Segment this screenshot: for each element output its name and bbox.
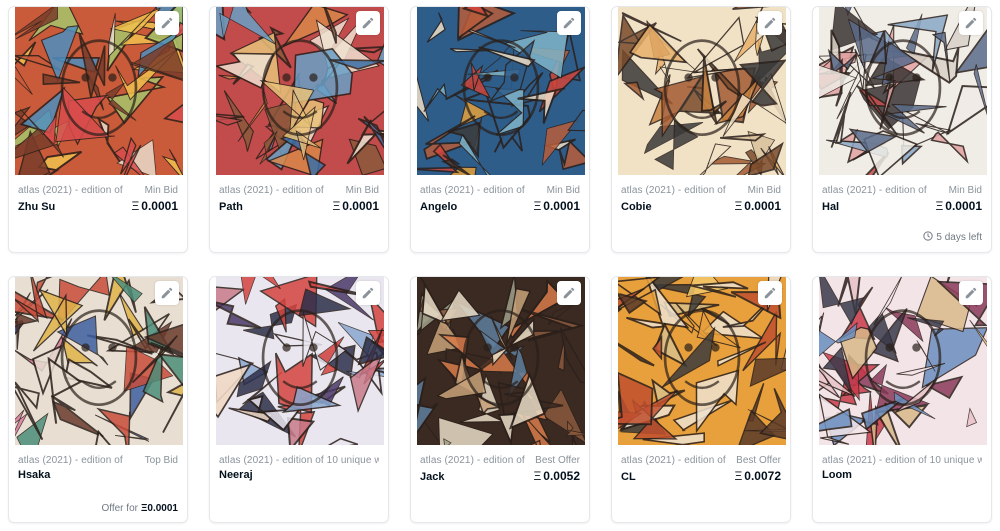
asset-name[interactable]: Zhu Su <box>18 201 55 213</box>
edit-button[interactable] <box>155 11 179 35</box>
asset-name[interactable]: Loom <box>822 469 852 481</box>
collection-name[interactable]: atlas (2021) - edition of 10 unique worl <box>219 455 379 466</box>
collection-name[interactable]: atlas (2021) - edition of 10 <box>420 185 528 196</box>
collection-name[interactable]: atlas (2021) - edition of 10 <box>420 455 528 466</box>
asset-info: atlas (2021) - edition of 10 Min Bid Zhu… <box>18 185 178 213</box>
price-value: Ξ 0.0001 <box>332 199 379 213</box>
price-label: Min Bid <box>546 185 580 196</box>
price-value: Ξ 0.0001 <box>935 199 982 213</box>
asset-name[interactable]: Path <box>219 201 243 213</box>
pencil-icon <box>361 286 375 300</box>
asset-name[interactable]: CL <box>621 471 636 483</box>
asset-info: atlas (2021) - edition of 10 Min Bid Pat… <box>219 185 379 213</box>
asset-image[interactable] <box>417 277 585 445</box>
asset-name[interactable]: Angelo <box>420 201 457 213</box>
collection-name[interactable]: atlas (2021) - edition of 10 <box>621 455 729 466</box>
pencil-icon <box>562 286 576 300</box>
price-label: Min Bid <box>144 185 178 196</box>
edit-button[interactable] <box>356 281 380 305</box>
asset-image[interactable] <box>15 7 183 175</box>
collection-name[interactable]: atlas (2021) - edition of 10 <box>18 185 126 196</box>
asset-image[interactable] <box>216 277 384 445</box>
edit-button[interactable] <box>356 11 380 35</box>
pencil-icon <box>763 286 777 300</box>
asset-info: atlas (2021) - edition of 10 Min Bid Hal… <box>822 185 982 213</box>
price-label: Min Bid <box>345 185 379 196</box>
edit-button[interactable] <box>959 281 983 305</box>
price-value: Ξ 0.0001 <box>533 199 580 213</box>
time-left: 5 days left <box>923 231 982 244</box>
collection-name[interactable]: atlas (2021) - edition of 10 <box>822 185 930 196</box>
asset-info: atlas (2021) - edition of 10 Min Bid Ang… <box>420 185 580 213</box>
pencil-icon <box>763 16 777 30</box>
eth-icon: Ξ <box>131 199 140 213</box>
eth-icon: Ξ <box>332 199 341 213</box>
asset-info: atlas (2021) - edition of 10 unique worl… <box>219 455 379 481</box>
edit-button[interactable] <box>758 11 782 35</box>
pencil-icon <box>160 286 174 300</box>
edit-button[interactable] <box>758 281 782 305</box>
asset-image[interactable] <box>15 277 183 445</box>
asset-info: atlas (2021) - edition of 10 Top Bid Hsa… <box>18 455 178 481</box>
eth-icon: Ξ <box>734 199 743 213</box>
pencil-icon <box>964 286 978 300</box>
offer-footer: Offer for Ξ0.0001 <box>101 503 178 514</box>
price-value: Ξ 0.0072 <box>734 469 781 483</box>
asset-card[interactable]: atlas (2021) - edition of 10 Best Offer … <box>410 276 590 523</box>
price-value: Ξ 0.0001 <box>131 199 178 213</box>
price-label: Min Bid <box>747 185 781 196</box>
price-value: Ξ 0.0001 <box>734 199 781 213</box>
asset-card[interactable]: atlas (2021) - edition of 10 Min Bid Cob… <box>611 6 791 253</box>
asset-card[interactable]: atlas (2021) - edition of 10 Top Bid Hsa… <box>8 276 188 523</box>
pencil-icon <box>964 16 978 30</box>
asset-image[interactable] <box>216 7 384 175</box>
asset-card[interactable]: atlas (2021) - edition of 10 Min Bid Zhu… <box>8 6 188 253</box>
pencil-icon <box>160 16 174 30</box>
price-label: Top Bid <box>144 455 178 466</box>
clock-icon <box>923 231 934 244</box>
asset-info: atlas (2021) - edition of 10 Min Bid Cob… <box>621 185 781 213</box>
asset-image[interactable] <box>819 277 987 445</box>
eth-icon: Ξ <box>734 469 743 483</box>
eth-icon: Ξ <box>935 199 944 213</box>
price-label: Best Offer <box>736 455 781 466</box>
asset-card[interactable]: atlas (2021) - edition of 10 unique worl… <box>209 276 389 523</box>
edit-button[interactable] <box>557 11 581 35</box>
asset-name[interactable]: Cobie <box>621 201 652 213</box>
asset-image[interactable] <box>618 277 786 445</box>
collection-name[interactable]: atlas (2021) - edition of 10 <box>18 455 126 466</box>
asset-card[interactable]: atlas (2021) - edition of 10 Min Bid Hal… <box>812 6 992 253</box>
time-left-label: 5 days left <box>936 232 982 243</box>
asset-image[interactable] <box>417 7 585 175</box>
price-value: Ξ 0.0052 <box>533 469 580 483</box>
asset-info: atlas (2021) - edition of 10 unique worl… <box>822 455 982 481</box>
asset-info: atlas (2021) - edition of 10 Best Offer … <box>420 455 580 483</box>
asset-card[interactable]: atlas (2021) - edition of 10 Min Bid Pat… <box>209 6 389 253</box>
offer-label: Offer for <box>101 503 138 514</box>
edit-button[interactable] <box>959 11 983 35</box>
asset-image[interactable] <box>618 7 786 175</box>
eth-icon: Ξ <box>533 469 542 483</box>
asset-card[interactable]: atlas (2021) - edition of 10 unique worl… <box>812 276 992 523</box>
pencil-icon <box>361 16 375 30</box>
price-label: Best Offer <box>535 455 580 466</box>
asset-name[interactable]: Jack <box>420 471 444 483</box>
asset-name[interactable]: Hal <box>822 201 839 213</box>
asset-grid: atlas (2021) - edition of 10 Min Bid Zhu… <box>0 0 1000 531</box>
asset-name[interactable]: Neeraj <box>219 469 253 481</box>
asset-name[interactable]: Hsaka <box>18 469 50 481</box>
offer-value: Ξ0.0001 <box>140 503 178 514</box>
pencil-icon <box>562 16 576 30</box>
asset-info: atlas (2021) - edition of 10 Best Offer … <box>621 455 781 483</box>
asset-card[interactable]: atlas (2021) - edition of 10 Min Bid Ang… <box>410 6 590 253</box>
collection-name[interactable]: atlas (2021) - edition of 10 <box>621 185 729 196</box>
asset-image[interactable] <box>819 7 987 175</box>
collection-name[interactable]: atlas (2021) - edition of 10 <box>219 185 327 196</box>
collection-name[interactable]: atlas (2021) - edition of 10 unique worl <box>822 455 982 466</box>
eth-icon: Ξ <box>533 199 542 213</box>
edit-button[interactable] <box>155 281 179 305</box>
price-label: Min Bid <box>948 185 982 196</box>
asset-card[interactable]: atlas (2021) - edition of 10 Best Offer … <box>611 276 791 523</box>
edit-button[interactable] <box>557 281 581 305</box>
